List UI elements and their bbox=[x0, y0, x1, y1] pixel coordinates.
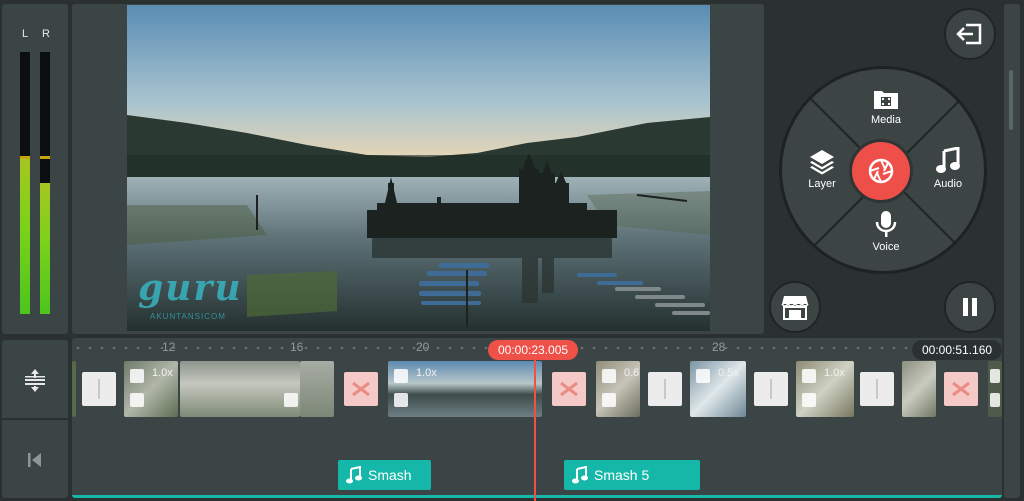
clip-speed: 1.0x bbox=[416, 367, 437, 379]
microphone-icon bbox=[875, 211, 897, 237]
clip-speed: 0.6 bbox=[624, 367, 640, 379]
video-clip-selected[interactable]: 1.0x bbox=[388, 361, 542, 417]
audio-clip[interactable]: Smash 5 bbox=[564, 460, 700, 490]
crossfade-transition-button[interactable] bbox=[552, 372, 586, 406]
music-note-icon bbox=[346, 466, 362, 484]
ruler-label: 16 bbox=[290, 340, 304, 354]
timeline-progress-line bbox=[72, 495, 1002, 498]
total-duration: 00:00:51.160 bbox=[912, 340, 1002, 360]
watermark-logo: guru bbox=[138, 267, 243, 309]
pause-icon bbox=[963, 298, 977, 316]
audio-label: Audio bbox=[933, 178, 963, 190]
exit-icon bbox=[956, 23, 982, 45]
voice-label: Voice bbox=[872, 241, 900, 253]
video-clip[interactable]: 0.6 bbox=[596, 361, 640, 417]
watermark-subtext: AKUNTANSICOM bbox=[150, 312, 226, 321]
music-note-icon bbox=[572, 466, 588, 484]
video-clip[interactable] bbox=[72, 361, 76, 417]
video-clip[interactable]: 1.0x bbox=[124, 361, 178, 417]
audio-clip[interactable]: Smash bbox=[338, 460, 431, 490]
transition-button[interactable] bbox=[754, 372, 788, 406]
audio-level-meter: L R bbox=[2, 4, 68, 334]
scrollbar-thumb[interactable] bbox=[1009, 70, 1013, 130]
video-clip[interactable] bbox=[180, 361, 300, 417]
timeline[interactable]: 12 16 20 28 00:00:23.005 00:00:51.160 1.… bbox=[72, 338, 1002, 498]
video-clip[interactable] bbox=[300, 361, 334, 417]
expand-timeline-button[interactable] bbox=[2, 342, 68, 418]
asset-store-button[interactable] bbox=[769, 281, 821, 333]
music-note-icon bbox=[936, 147, 960, 173]
clip-speed: 1.0x bbox=[152, 367, 173, 379]
ruler-label: 12 bbox=[162, 340, 176, 354]
media-icon bbox=[874, 91, 898, 109]
skip-back-icon bbox=[28, 453, 41, 467]
transition-button[interactable] bbox=[860, 372, 894, 406]
camera-aperture-icon bbox=[868, 158, 894, 184]
store-icon bbox=[781, 296, 809, 320]
crossfade-transition-button[interactable] bbox=[344, 372, 378, 406]
right-channel-meter bbox=[40, 52, 50, 314]
video-clip[interactable] bbox=[988, 361, 1002, 417]
crossfade-icon bbox=[560, 382, 578, 396]
video-clip[interactable]: 1.0x bbox=[796, 361, 854, 417]
ruler-label: 20 bbox=[416, 340, 430, 354]
ruler-label: 28 bbox=[712, 340, 726, 354]
video-clip[interactable] bbox=[902, 361, 936, 417]
crossfade-icon bbox=[952, 382, 970, 396]
audio-clip-label: Smash 5 bbox=[594, 467, 650, 483]
layer-icon bbox=[810, 150, 834, 175]
capture-button[interactable] bbox=[849, 139, 913, 203]
media-label: Media bbox=[871, 114, 901, 126]
clip-speed: 0.5x bbox=[718, 367, 739, 379]
playhead[interactable] bbox=[534, 356, 536, 501]
timeline-side-tools bbox=[2, 340, 68, 498]
right-channel-label: R bbox=[42, 28, 50, 40]
left-channel-label: L bbox=[22, 28, 29, 40]
video-clip[interactable]: 0.5x bbox=[690, 361, 746, 417]
video-editor: L R guru AKUNTANSICOM Media Layer Audio … bbox=[0, 0, 1024, 501]
expand-tracks-icon bbox=[25, 369, 45, 392]
audio-clip-label: Smash bbox=[368, 467, 412, 483]
transition-button[interactable] bbox=[82, 372, 116, 406]
left-channel-meter bbox=[20, 52, 30, 314]
exit-button[interactable] bbox=[944, 8, 996, 60]
transition-button[interactable] bbox=[648, 372, 682, 406]
jump-to-start-button[interactable] bbox=[2, 422, 68, 498]
media-button[interactable]: Media bbox=[851, 87, 921, 126]
layer-button[interactable]: Layer bbox=[787, 147, 857, 190]
crossfade-icon bbox=[352, 382, 370, 396]
clip-speed: 1.0x bbox=[824, 367, 845, 379]
voice-button[interactable]: Voice bbox=[851, 210, 921, 253]
layer-label: Layer bbox=[808, 178, 836, 190]
pause-button[interactable] bbox=[944, 281, 996, 333]
audio-button[interactable]: Audio bbox=[913, 147, 983, 190]
crossfade-transition-button[interactable] bbox=[944, 372, 978, 406]
